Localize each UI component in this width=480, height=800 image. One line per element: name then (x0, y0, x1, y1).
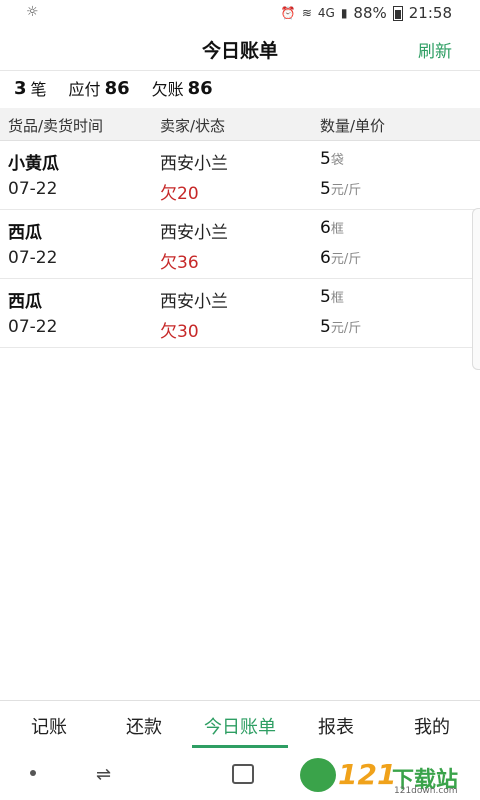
app-notification-icon: ☼ (26, 4, 39, 20)
bottom-tab-bar: 记账 还款 今日账单 报表 我的 (0, 700, 480, 749)
unit-price: 6元/斤 (320, 248, 361, 268)
page-title: 今日账单 (201, 40, 278, 62)
tab-mine[interactable]: 我的 (406, 713, 458, 739)
quantity: 5袋 (320, 149, 344, 169)
sale-date: 07-22 (8, 179, 58, 199)
bill-count: 3 (14, 77, 27, 99)
column-header-item: 货品/卖货时间 (8, 117, 104, 135)
quantity-value: 6 (320, 218, 331, 238)
clock: 21:58 (408, 4, 452, 22)
quantity-unit: 框 (330, 222, 344, 237)
tab-repayment[interactable]: 还款 (118, 713, 170, 739)
tab-today-bill[interactable]: 今日账单 (192, 713, 288, 739)
debt-value: 86 (187, 77, 213, 99)
due-value: 86 (104, 77, 130, 99)
recent-apps-icon[interactable]: ⇌ (96, 764, 111, 785)
item-name: 小黄瓜 (8, 154, 59, 174)
watermark-url: 121down.com (394, 786, 458, 796)
watermark-checkmark-icon (300, 758, 336, 792)
quantity-value: 5 (320, 149, 331, 169)
price-value: 5 (320, 317, 331, 337)
item-name: 西瓜 (8, 223, 42, 243)
alarm-icon: ⏰ (280, 6, 296, 20)
tab-bookkeeping[interactable]: 记账 (24, 713, 74, 739)
status-icons: ⏰ ≋ 4G ▮ 88% 21:58 (281, 4, 452, 22)
due-label: 应付 (68, 80, 101, 99)
table-header: 货品/卖货时间 卖家/状态 数量/单价 (0, 108, 480, 141)
quantity-unit: 袋 (330, 153, 344, 168)
seller-name: 西安小兰 (160, 292, 228, 312)
quantity: 5框 (320, 287, 344, 307)
seller-name: 西安小兰 (160, 154, 228, 174)
nav-dot-icon[interactable] (30, 770, 36, 776)
debt-status: 欠20 (160, 184, 199, 204)
debt-status: 欠36 (160, 253, 199, 273)
table-row[interactable]: 小黄瓜 07-22 西安小兰 欠20 5袋 5元/斤 (0, 141, 480, 210)
battery-percentage: 88% (353, 4, 387, 22)
refresh-button[interactable]: 刷新 (418, 37, 452, 62)
watermark-logo: 121 下载站 121down.com (300, 756, 476, 796)
summary-bar: 3 笔 应付 86 欠账 86 (0, 70, 480, 106)
system-navigation-bar: ⇌ 121 下载站 121down.com (0, 748, 480, 800)
bill-count-unit: 笔 (30, 80, 47, 99)
quantity-value: 5 (320, 287, 331, 307)
debt-label: 欠账 (151, 80, 184, 99)
app-header: 今日账单 刷新 (0, 28, 480, 71)
column-header-seller: 卖家/状态 (160, 117, 226, 135)
price-unit: 元/斤 (330, 252, 362, 267)
wifi-icon: ≋ (301, 6, 312, 20)
watermark-number: 121 (338, 758, 397, 791)
table-row[interactable]: 西瓜 07-22 西安小兰 欠30 5框 5元/斤 (0, 279, 480, 348)
quantity-unit: 框 (330, 291, 344, 306)
price-unit: 元/斤 (330, 321, 362, 336)
price-unit: 元/斤 (330, 183, 362, 198)
tab-reports[interactable]: 报表 (310, 713, 362, 739)
sale-date: 07-22 (8, 317, 58, 337)
item-name: 西瓜 (8, 292, 42, 312)
signal-icon: ▮ (340, 6, 348, 20)
quantity: 6框 (320, 218, 344, 238)
column-header-quantity: 数量/单价 (320, 117, 386, 135)
unit-price: 5元/斤 (320, 317, 361, 337)
table-row[interactable]: 西瓜 07-22 西安小兰 欠36 6框 6元/斤 (0, 210, 480, 279)
battery-icon (392, 5, 403, 21)
network-type-label: 4G (317, 6, 335, 20)
sale-date: 07-22 (8, 248, 58, 268)
status-bar: ☼ ⏰ ≋ 4G ▮ 88% 21:58 (0, 0, 480, 28)
seller-name: 西安小兰 (160, 223, 228, 243)
price-value: 6 (320, 248, 331, 268)
unit-price: 5元/斤 (320, 179, 361, 199)
debt-status: 欠30 (160, 322, 199, 342)
price-value: 5 (320, 179, 331, 199)
home-icon[interactable] (232, 764, 254, 784)
side-panel-handle[interactable] (472, 208, 480, 370)
